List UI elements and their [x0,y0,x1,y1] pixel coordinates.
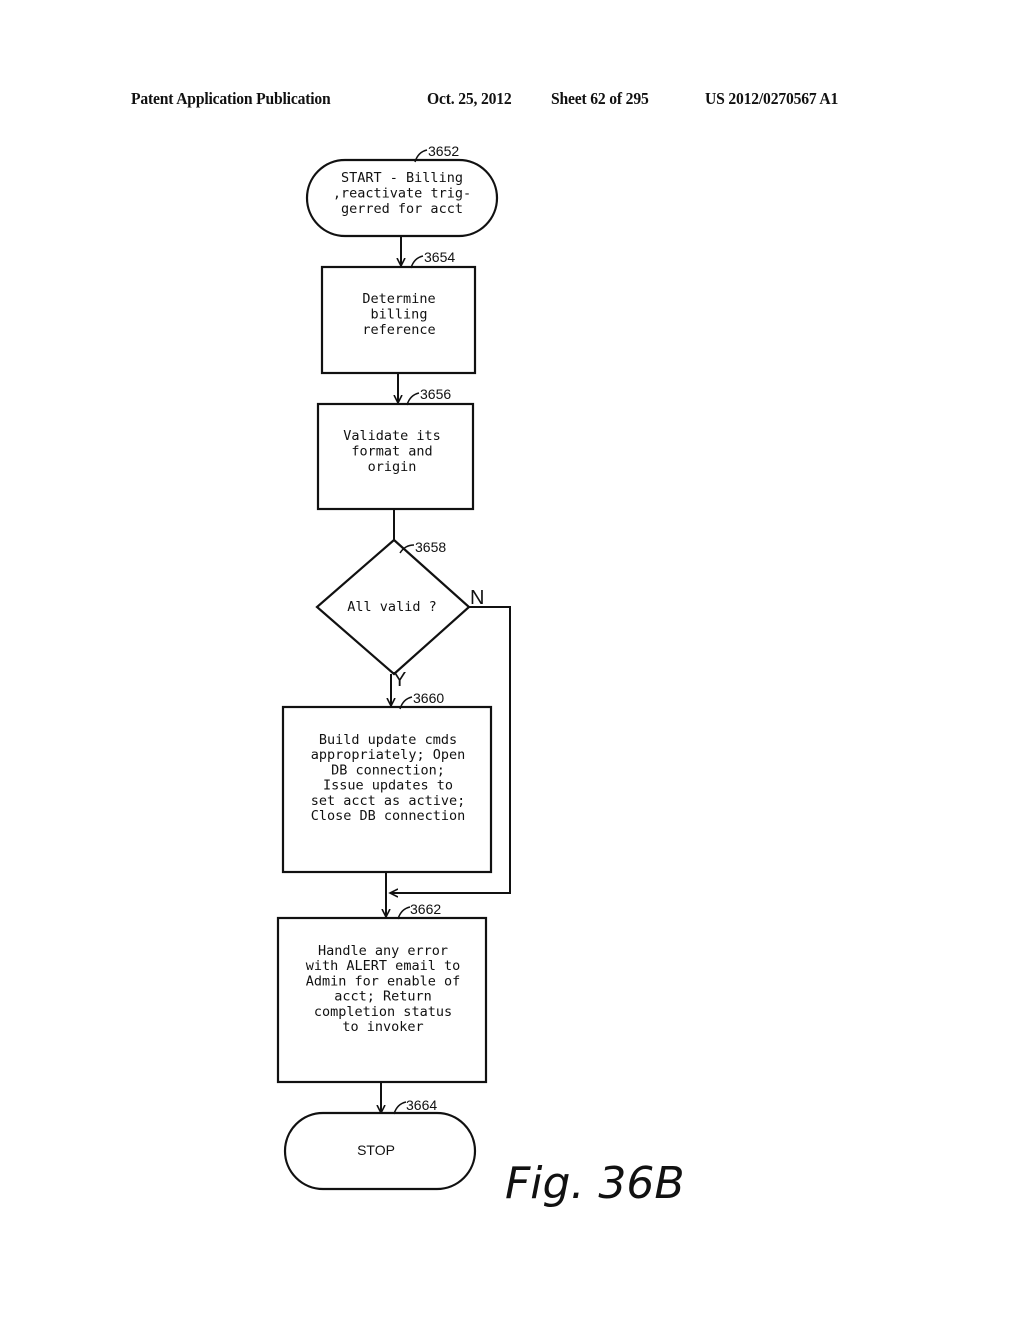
node-3662-text-line: with ALERT email to [306,958,460,974]
node-3660-text-line: Close DB connection [311,808,465,824]
node-3660-text-line: Build update cmds [319,732,457,748]
reference-numeral-3658: 3658 [415,539,446,555]
node-3658-text-line: All valid ? [347,599,436,615]
node-3656-text-line: format and [351,444,432,460]
node-3656-text-line: origin [368,459,417,475]
reference-numeral-3662: 3662 [410,901,441,917]
node-3662-text-line: acct; Return [334,989,432,1005]
reference-numeral-3654: 3654 [424,249,455,265]
node-3660-text-line: DB connection; [331,762,445,778]
node-3656-text-line: Validate its [343,428,441,444]
node-3660-text-line: set acct as active; [311,793,465,809]
figure-label: Fig. 36B [505,1158,685,1209]
node-3652-text-line: START - Billing [341,170,463,186]
node-3654-text-line: billing [371,307,428,323]
node-3654-text-line: Determine [362,291,435,307]
reference-numeral-3656: 3656 [420,386,451,402]
flowchart: START - Billing,reactivate trig-gerred f… [276,143,685,1209]
node-3660-text-line: appropriately; Open [311,747,465,763]
node-3662-text-line: Admin for enable of [306,973,460,989]
node-3654-text-line: reference [362,322,435,338]
node-3652-text-line: gerred for acct [341,201,463,217]
reference-numeral-3664: 3664 [406,1097,437,1113]
branch-label-no: N [470,587,484,609]
reference-numeral-3660: 3660 [413,690,444,706]
node-3662-text-line: completion status [314,1004,452,1020]
reference-numeral-3652: 3652 [428,143,459,159]
node-3660-text-line: Issue updates to [323,778,453,794]
branch-label-yes: Y [393,669,406,691]
node-3664-text-line: STOP [357,1142,395,1158]
node-3652-text-line: ,reactivate trig- [333,186,471,202]
node-3662-text-line: to invoker [342,1019,423,1035]
node-3662-text-line: Handle any error [318,943,448,959]
